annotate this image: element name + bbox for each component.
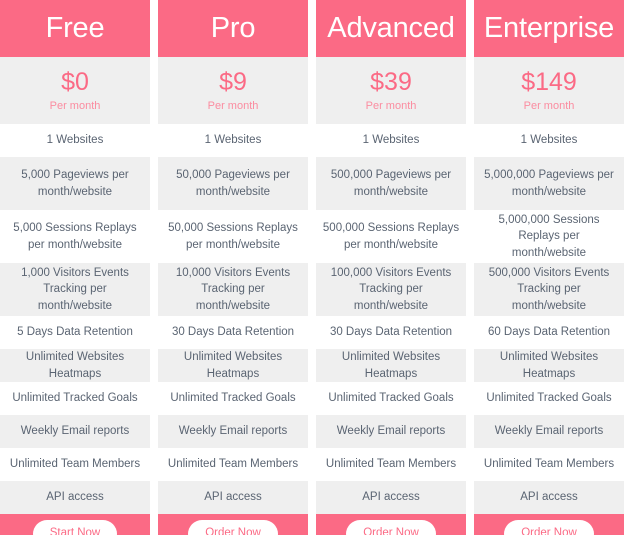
- feature-cell-heatmaps: Unlimited Websites Heatmaps: [158, 349, 308, 382]
- feature-cell-email-reports: Weekly Email reports: [0, 415, 150, 448]
- column-gap: [308, 0, 316, 535]
- plan-name: Pro: [210, 12, 256, 44]
- feature-cell-goals: Unlimited Tracked Goals: [0, 382, 150, 415]
- feature-cell-team-members: Unlimited Team Members: [0, 448, 150, 481]
- feature-cell-goals: Unlimited Tracked Goals: [474, 382, 624, 415]
- plan-price: $0: [61, 68, 89, 97]
- pricing-table: Free $0 Per month 1 Websites 5,000 Pagev…: [0, 0, 626, 535]
- feature-cell-events: 10,000 Visitors Events Tracking per mont…: [158, 263, 308, 316]
- plan-price-period: Per month: [365, 99, 417, 112]
- feature-cell-replays: 50,000 Sessions Replays per month/websit…: [158, 210, 308, 263]
- plan-column-pro: Pro $9 Per month 1 Websites 50,000 Pagev…: [158, 0, 308, 535]
- feature-cell-team-members: Unlimited Team Members: [474, 448, 624, 481]
- feature-cell-heatmaps: Unlimited Websites Heatmaps: [0, 349, 150, 382]
- feature-cell-websites: 1 Websites: [474, 124, 624, 157]
- plan-name: Advanced: [327, 12, 455, 44]
- feature-cell-replays: 500,000 Sessions Replays per month/websi…: [316, 210, 466, 263]
- feature-cell-websites: 1 Websites: [316, 124, 466, 157]
- plan-price-period: Per month: [207, 99, 259, 112]
- feature-cell-pageviews: 500,000 Pageviews per month/website: [316, 157, 466, 210]
- column-gap: [466, 0, 474, 535]
- feature-cell-retention: 30 Days Data Retention: [158, 316, 308, 349]
- plan-footer-advanced: Order Now: [316, 514, 466, 535]
- cta-button-advanced[interactable]: Order Now: [346, 520, 436, 535]
- feature-cell-replays: 5,000,000 Sessions Replays per month/web…: [474, 210, 624, 263]
- feature-cell-events: 1,000 Visitors Events Tracking per month…: [0, 263, 150, 316]
- feature-cell-email-reports: Weekly Email reports: [158, 415, 308, 448]
- feature-cell-pageviews: 50,000 Pageviews per month/website: [158, 157, 308, 210]
- plan-footer-enterprise: Order Now: [474, 514, 624, 535]
- cta-button-pro[interactable]: Order Now: [188, 520, 278, 535]
- plan-price-period: Per month: [523, 99, 575, 112]
- feature-cell-pageviews: 5,000,000 Pageviews per month/website: [474, 157, 624, 210]
- feature-cell-heatmaps: Unlimited Websites Heatmaps: [316, 349, 466, 382]
- plan-header-pro: Pro: [158, 0, 308, 57]
- feature-cell-team-members: Unlimited Team Members: [158, 448, 308, 481]
- feature-cell-retention: 5 Days Data Retention: [0, 316, 150, 349]
- feature-cell-team-members: Unlimited Team Members: [316, 448, 466, 481]
- plan-price: $39: [370, 68, 412, 97]
- feature-cell-api-access: API access: [474, 481, 624, 514]
- feature-cell-websites: 1 Websites: [158, 124, 308, 157]
- cta-button-free[interactable]: Start Now: [32, 520, 118, 535]
- column-gap: [150, 0, 158, 535]
- plan-name: Free: [45, 12, 105, 44]
- plan-price-block-free: $0 Per month: [0, 57, 150, 124]
- feature-cell-heatmaps: Unlimited Websites Heatmaps: [474, 349, 624, 382]
- plan-footer-pro: Order Now: [158, 514, 308, 535]
- plan-price: $149: [521, 68, 577, 97]
- plan-column-enterprise: Enterprise $149 Per month 1 Websites 5,0…: [474, 0, 624, 535]
- feature-cell-api-access: API access: [158, 481, 308, 514]
- plan-header-advanced: Advanced: [316, 0, 466, 57]
- cta-button-enterprise[interactable]: Order Now: [504, 520, 594, 535]
- feature-cell-retention: 60 Days Data Retention: [474, 316, 624, 349]
- feature-cell-email-reports: Weekly Email reports: [474, 415, 624, 448]
- feature-cell-retention: 30 Days Data Retention: [316, 316, 466, 349]
- feature-cell-events: 500,000 Visitors Events Tracking per mon…: [474, 263, 624, 316]
- plan-header-enterprise: Enterprise: [474, 0, 624, 57]
- plan-price-block-pro: $9 Per month: [158, 57, 308, 124]
- feature-cell-replays: 5,000 Sessions Replays per month/website: [0, 210, 150, 263]
- plan-name: Enterprise: [483, 12, 615, 44]
- feature-cell-websites: 1 Websites: [0, 124, 150, 157]
- plan-price-block-enterprise: $149 Per month: [474, 57, 624, 124]
- feature-cell-api-access: API access: [316, 481, 466, 514]
- feature-cell-api-access: API access: [0, 481, 150, 514]
- feature-cell-email-reports: Weekly Email reports: [316, 415, 466, 448]
- feature-cell-goals: Unlimited Tracked Goals: [158, 382, 308, 415]
- plan-price-block-advanced: $39 Per month: [316, 57, 466, 124]
- plan-footer-free: Start Now: [0, 514, 150, 535]
- feature-cell-pageviews: 5,000 Pageviews per month/website: [0, 157, 150, 210]
- plan-price-period: Per month: [49, 99, 101, 112]
- feature-cell-goals: Unlimited Tracked Goals: [316, 382, 466, 415]
- plan-price: $9: [219, 68, 247, 97]
- plan-column-advanced: Advanced $39 Per month 1 Websites 500,00…: [316, 0, 466, 535]
- plan-column-free: Free $0 Per month 1 Websites 5,000 Pagev…: [0, 0, 150, 535]
- feature-cell-events: 100,000 Visitors Events Tracking per mon…: [316, 263, 466, 316]
- plan-header-free: Free: [0, 0, 150, 57]
